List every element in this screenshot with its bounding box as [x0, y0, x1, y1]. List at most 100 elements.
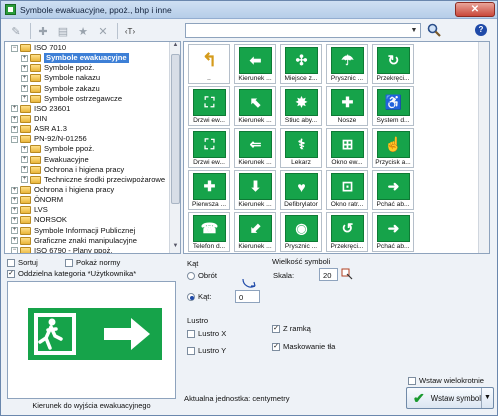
- symbol-tile[interactable]: ♿ System d...: [372, 86, 414, 126]
- symbol-tile[interactable]: ✚ Pierwsza ...: [188, 170, 230, 210]
- mirror-x-option[interactable]: Lustro X: [187, 329, 226, 338]
- expand-icon[interactable]: +: [11, 206, 18, 214]
- scroll-up-icon[interactable]: ▲: [170, 42, 180, 52]
- rotation-dial-icon[interactable]: [241, 277, 261, 289]
- symbol-tile[interactable]: ➜ Pchać ab...: [372, 170, 414, 210]
- expand-icon[interactable]: +: [11, 196, 18, 204]
- tree-item[interactable]: − ISO 6790 - Plany ppoż.: [11, 246, 180, 253]
- expand-icon[interactable]: +: [21, 176, 28, 184]
- tree-item[interactable]: + Symbole ppoż.: [11, 63, 180, 73]
- expand-icon[interactable]: +: [21, 54, 28, 62]
- expand-icon[interactable]: +: [11, 227, 18, 235]
- rotation-option[interactable]: Obrót: [187, 271, 217, 280]
- sort-checkbox[interactable]: [7, 259, 15, 267]
- symbol-tile[interactable]: ☝ Przycisk a...: [372, 128, 414, 168]
- symbol-tile[interactable]: ◉ Prysznic ...: [280, 212, 322, 252]
- add-icon[interactable]: ✚: [34, 22, 52, 40]
- scroll-down-icon[interactable]: ▼: [170, 243, 180, 253]
- angle-radio[interactable]: [187, 293, 195, 301]
- tree-item[interactable]: + Ochrona i higiena pracy: [11, 165, 180, 175]
- symbol-tile[interactable]: ⛶ Drzwi ew...: [188, 86, 230, 126]
- mirror-x-checkbox[interactable]: [187, 330, 195, 338]
- collapse-icon[interactable]: −: [11, 44, 18, 52]
- show-norms-option[interactable]: Pokaż normy: [65, 258, 120, 267]
- tree-item[interactable]: + Symbole zakazu: [11, 84, 180, 94]
- search-icon[interactable]: [426, 22, 442, 38]
- grid-scrollbar[interactable]: [478, 42, 489, 253]
- tree-item[interactable]: + Symbole ppoż.: [11, 144, 180, 154]
- tree-item[interactable]: + Techniczne środki przeciwpożarowe: [11, 175, 180, 185]
- symbol-tile[interactable]: ⬋ Kierunek ...: [234, 212, 276, 252]
- expand-icon[interactable]: +: [11, 115, 18, 123]
- symbol-tile[interactable]: ☂ Prysznic ...: [326, 44, 368, 84]
- symbol-tile[interactable]: ✣ Miejsce z...: [280, 44, 322, 84]
- mirror-y-checkbox[interactable]: [187, 347, 195, 355]
- insert-symbol-button[interactable]: ✔ Wstaw symbol ▼: [406, 387, 494, 409]
- expand-icon[interactable]: +: [11, 216, 18, 224]
- scale-pick-icon[interactable]: [341, 268, 353, 280]
- expand-icon[interactable]: +: [21, 95, 28, 103]
- separate-category-option[interactable]: ✓ Oddzielna kategoria *Użytkownika*: [7, 269, 136, 278]
- tree-item[interactable]: − PN-92/N-01256: [11, 134, 180, 144]
- mask-option[interactable]: ✓ Maskowanie tła: [272, 342, 335, 351]
- separate-category-checkbox[interactable]: ✓: [7, 270, 15, 278]
- tree-item[interactable]: + ISO 23601: [11, 104, 180, 114]
- symbol-tile[interactable]: ♥ Defibrylator: [280, 170, 322, 210]
- rotation-radio[interactable]: [187, 272, 195, 280]
- symbol-tile[interactable]: ↺ Przekręci...: [326, 212, 368, 252]
- expand-icon[interactable]: +: [21, 156, 28, 164]
- mirror-y-option[interactable]: Lustro Y: [187, 346, 226, 355]
- expand-icon[interactable]: +: [11, 186, 18, 194]
- expand-icon[interactable]: +: [11, 237, 18, 245]
- multiple-option[interactable]: Wstaw wielokrotnie: [408, 376, 484, 385]
- symbol-tile[interactable]: ↰..: [188, 44, 230, 84]
- symbol-tile[interactable]: ⬅ Kierunek ...: [234, 44, 276, 84]
- mask-checkbox[interactable]: ✓: [272, 343, 280, 351]
- star-icon[interactable]: ★: [74, 22, 92, 40]
- tree-item[interactable]: − ISO 7010: [11, 43, 180, 53]
- delete-icon[interactable]: ✕: [94, 22, 112, 40]
- expand-icon[interactable]: +: [11, 125, 18, 133]
- symbol-tile[interactable]: ⊡ Okno ratr...: [326, 170, 368, 210]
- symbol-tile[interactable]: ⬇ Kierunek ...: [234, 170, 276, 210]
- symbol-tile[interactable]: ✸ Stłuc aby...: [280, 86, 322, 126]
- tree-item[interactable]: + ÖNORM: [11, 195, 180, 205]
- symbol-tile[interactable]: ⇐ Kierunek ...: [234, 128, 276, 168]
- scale-input[interactable]: 20: [319, 268, 338, 281]
- symbol-tile[interactable]: ⊞ Okno ew...: [326, 128, 368, 168]
- tree-item[interactable]: + LVS: [11, 205, 180, 215]
- multiple-checkbox[interactable]: [408, 377, 416, 385]
- search-input[interactable]: ▼: [185, 23, 421, 38]
- show-norms-checkbox[interactable]: [65, 259, 73, 267]
- expand-icon[interactable]: +: [21, 85, 28, 93]
- pencil-icon[interactable]: ✎: [7, 22, 25, 40]
- text-tool-button[interactable]: ‹T›: [121, 22, 139, 40]
- symbol-tile[interactable]: ↻ Przekręci...: [372, 44, 414, 84]
- sort-option[interactable]: Sortuj: [7, 258, 38, 267]
- search-dropdown-icon[interactable]: ▼: [408, 24, 420, 37]
- tree-scrollbar[interactable]: ▲ ▼: [169, 42, 180, 253]
- tree-item[interactable]: + ASR A1.3: [11, 124, 180, 134]
- tree-item[interactable]: + Symbole ewakuacyjne: [11, 53, 180, 64]
- symbol-tile[interactable]: ⛶ Drzwi ew...: [188, 128, 230, 168]
- tree-item[interactable]: + Ochrona i higiena pracy: [11, 185, 180, 195]
- close-button[interactable]: ✕: [455, 2, 495, 17]
- tree-item[interactable]: + Graficzne znaki manipulacyjne: [11, 236, 180, 246]
- symbol-tile[interactable]: ✚ Nosze: [326, 86, 368, 126]
- frame-checkbox[interactable]: ✓: [272, 325, 280, 333]
- tree-item[interactable]: + Ewakuacyjne: [11, 155, 180, 165]
- tree-item[interactable]: + Symbole ostrzegawcze: [11, 94, 180, 104]
- expand-icon[interactable]: +: [21, 74, 28, 82]
- tree-item[interactable]: + DIN: [11, 114, 180, 124]
- expand-icon[interactable]: +: [21, 166, 28, 174]
- tree-item[interactable]: + Symbole Informacji Publicznej: [11, 226, 180, 236]
- category-tree[interactable]: − ISO 7010 + Symbole ewakuacyjne + Symbole pp…: [4, 41, 181, 254]
- symbol-tile[interactable]: ☎ Telefon d...: [188, 212, 230, 252]
- tree-item[interactable]: + NORSOK: [11, 215, 180, 225]
- collapse-icon[interactable]: −: [11, 247, 18, 253]
- expand-icon[interactable]: +: [21, 64, 28, 72]
- help-icon[interactable]: ?: [475, 24, 487, 36]
- angle-input[interactable]: 0: [235, 290, 260, 303]
- expand-icon[interactable]: +: [11, 105, 18, 113]
- scroll-thumb[interactable]: [171, 54, 180, 204]
